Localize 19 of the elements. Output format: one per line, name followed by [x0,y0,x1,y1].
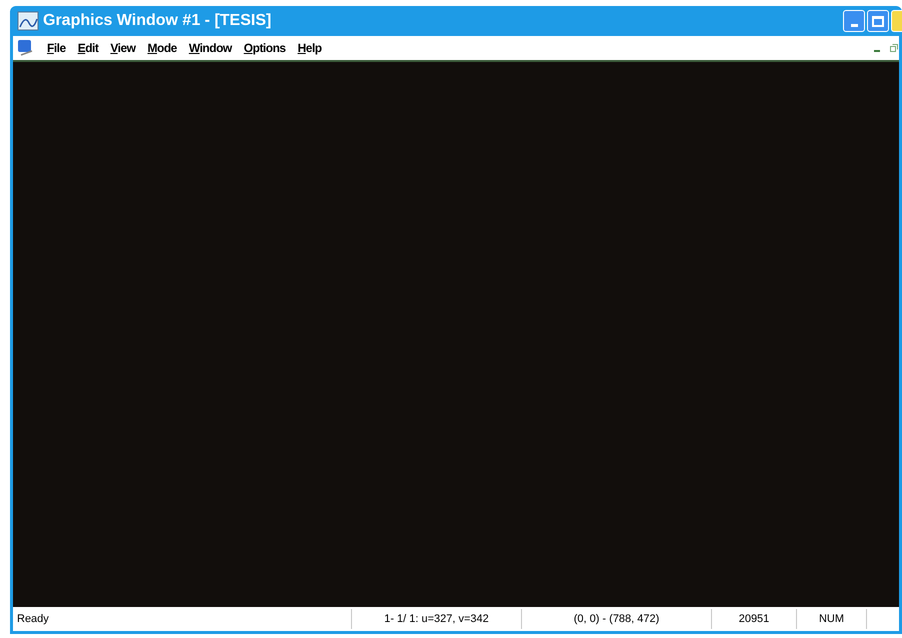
chart-window-icon [17,11,39,31]
menu-item[interactable]: File [47,39,66,57]
menu-item[interactable]: Edit [78,39,98,57]
cursor-position: 1- 1/ 1: u=327, v=342 [351,609,521,629]
menu-item[interactable]: Window [188,39,232,57]
maximize-button[interactable] [867,10,889,32]
num-lock-indicator: NUM [796,609,866,629]
menu-item[interactable]: Options [244,39,286,57]
minimize-button[interactable] [843,10,865,32]
menu-item[interactable]: Help [298,39,322,57]
view-extent: (0, 0) - (788, 472) [521,609,711,629]
close-button[interactable] [891,10,902,32]
menu-item[interactable]: Mode [148,39,177,57]
restore-icon[interactable] [890,44,898,52]
window-title: Graphics Window #1 - [TESIS] [43,11,272,31]
object-count: 20951 [711,609,796,629]
menu-item[interactable]: View [110,39,136,57]
status-text: Ready [16,612,50,627]
app-icon [17,39,35,57]
